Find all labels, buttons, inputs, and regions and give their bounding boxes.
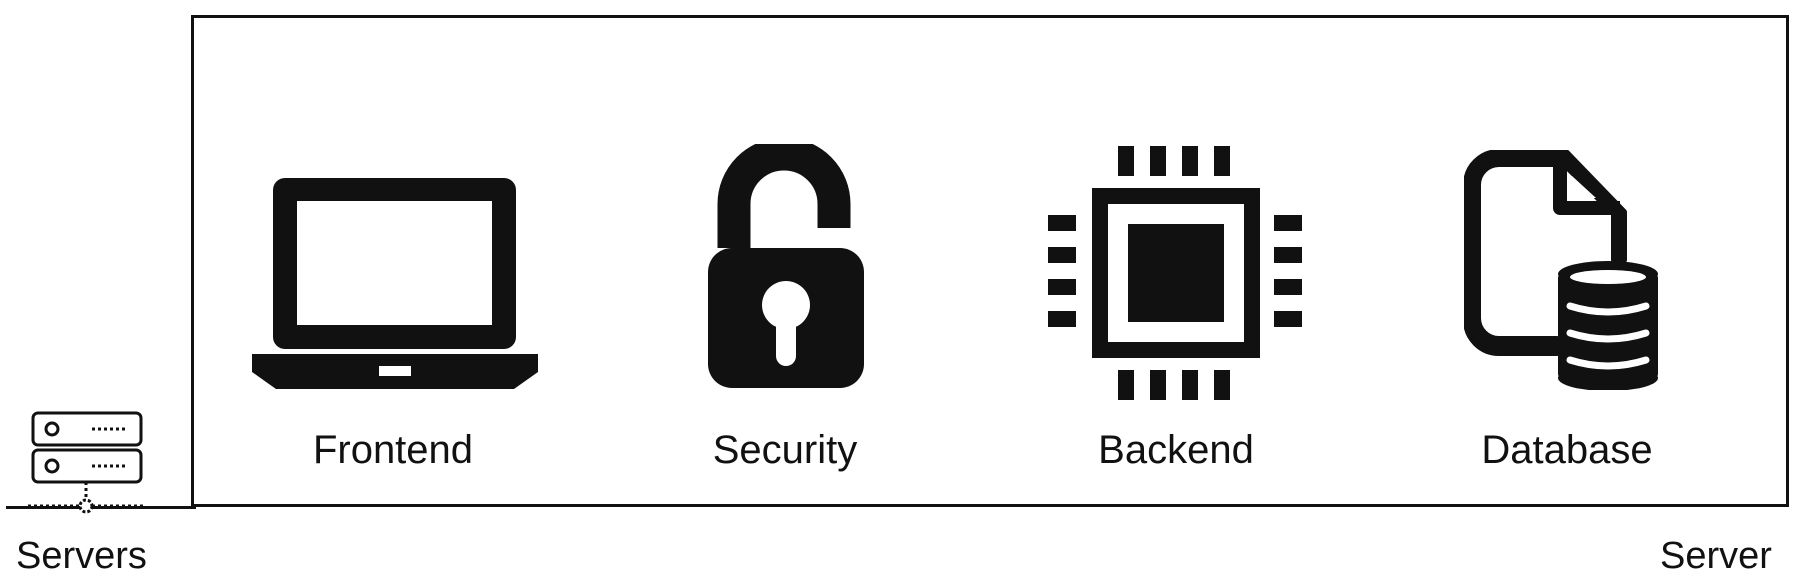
database-label: Database — [1481, 428, 1653, 472]
laptop-icon — [252, 178, 538, 389]
server-label: Server — [1660, 535, 1772, 577]
server-rack-icon — [28, 411, 146, 514]
frontend-label: Frontend — [312, 428, 474, 472]
unlocked-padlock-icon — [708, 144, 864, 388]
cpu-chip-icon — [1048, 146, 1302, 400]
security-label: Security — [712, 428, 858, 472]
backend-label: Backend — [1098, 428, 1254, 472]
database-file-icon — [1464, 150, 1658, 390]
servers-label: Servers — [16, 535, 147, 577]
